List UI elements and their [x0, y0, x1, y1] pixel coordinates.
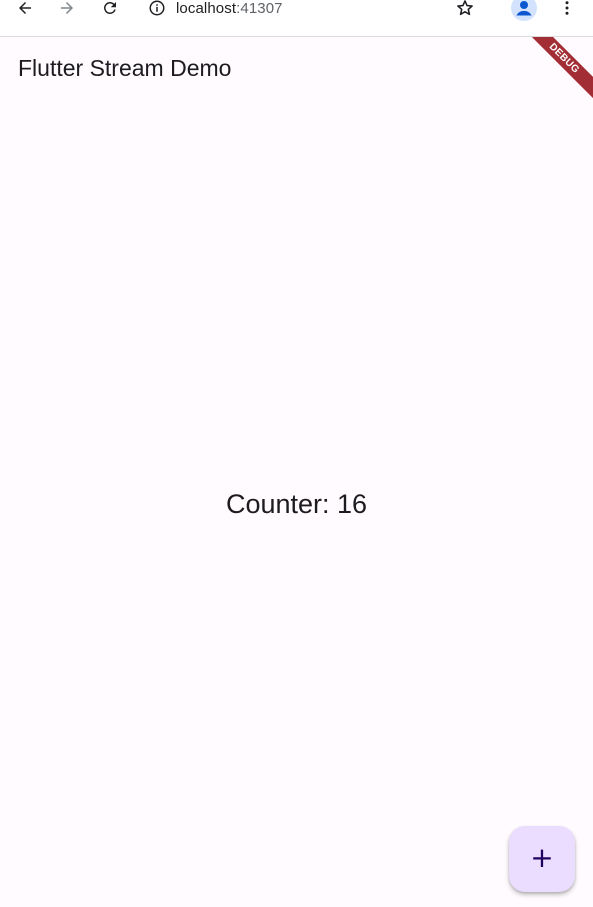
arrow-right-icon — [61, 2, 73, 14]
debug-banner: DEBUG — [523, 37, 593, 107]
url-text: localhost:41307 — [176, 0, 283, 17]
counter-text: Counter: 16 — [225, 489, 368, 519]
bookmark-button[interactable] — [451, 0, 479, 22]
increment-button[interactable]: + — [509, 826, 575, 892]
back-button[interactable] — [11, 0, 39, 22]
url-port: :41307 — [236, 0, 283, 17]
forward-button[interactable] — [53, 0, 81, 22]
kebab-menu-icon — [565, 1, 569, 15]
star-icon — [457, 0, 473, 16]
plus-icon: + — [530, 841, 554, 874]
reload-icon — [103, 1, 116, 14]
app-bar-title: Flutter Stream Demo — [18, 55, 232, 81]
reload-button[interactable] — [96, 0, 124, 22]
address-bar[interactable]: localhost:41307 — [148, 0, 283, 22]
browser-toolbar: localhost:41307 — [0, 0, 593, 37]
debug-banner-label: DEBUG — [523, 37, 593, 103]
arrow-left-icon — [19, 2, 31, 14]
browser-menu-button[interactable] — [553, 0, 581, 22]
profile-button[interactable] — [510, 0, 538, 22]
url-host: localhost — [176, 0, 237, 17]
flutter-app: Flutter Stream Demo Counter: 16 + DEBUG — [0, 37, 593, 907]
info-icon — [149, 0, 165, 16]
profile-icon — [511, 0, 537, 21]
